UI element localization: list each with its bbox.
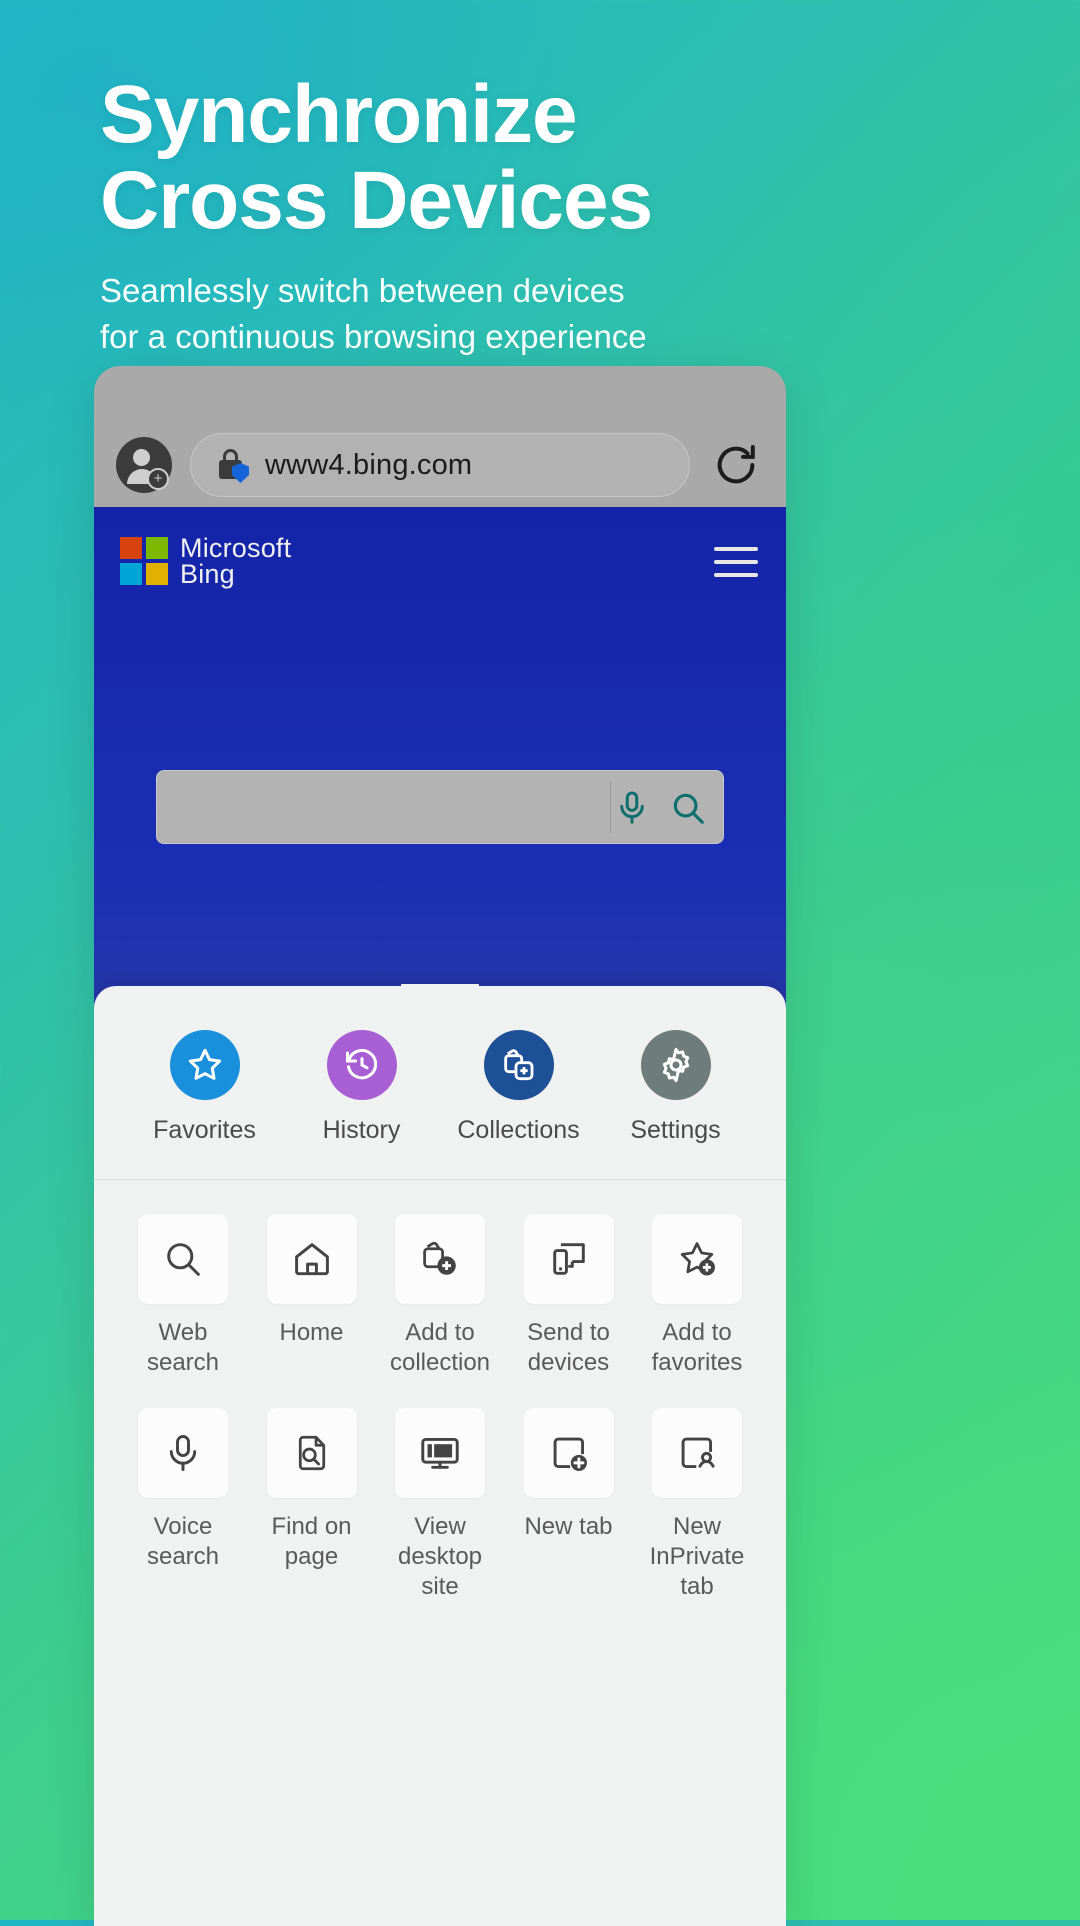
phone-mockup: + www4.bing.com Microsoft Bing Favorites…: [94, 366, 786, 1926]
page-title: Synchronize Cross Devices: [100, 72, 980, 244]
lock-shield-icon: [217, 448, 249, 483]
send-to-devices-icon: [523, 1214, 614, 1304]
hamburger-menu-icon[interactable]: [714, 547, 758, 586]
star-icon: [169, 1030, 240, 1100]
history-clock-icon: [326, 1030, 397, 1100]
star-add-icon: [652, 1214, 742, 1304]
collections-add-icon: [483, 1030, 554, 1100]
menu-item-new-tab[interactable]: New tab: [514, 1408, 624, 1602]
search-input[interactable]: [156, 770, 724, 844]
page-subtitle: Seamlessly switch between devices for a …: [100, 268, 980, 360]
sheet-drag-handle[interactable]: [401, 984, 479, 1000]
menu-item-find-on-page[interactable]: Find on page: [257, 1408, 367, 1602]
bing-brand-line-1: Microsoft: [180, 533, 292, 563]
menu-item-label: Voice search: [146, 1513, 220, 1570]
menu-item-web-search[interactable]: Web search: [128, 1214, 238, 1378]
quick-action-favorites[interactable]: Favorites: [130, 1030, 280, 1145]
page-subtitle-line-2: for a continuous browsing experience: [100, 318, 647, 355]
reload-icon[interactable]: [708, 437, 764, 493]
menu-grid: Web search Home Add to collection Send t…: [94, 1180, 786, 1602]
search-icon[interactable]: [669, 789, 707, 827]
inprivate-tab-icon: [652, 1408, 742, 1498]
page-subtitle-line-1: Seamlessly switch between devices: [100, 272, 625, 309]
quick-action-settings[interactable]: Settings: [601, 1030, 751, 1145]
menu-item-label: View desktop site: [397, 1513, 483, 1600]
find-on-page-icon: [266, 1408, 357, 1498]
bing-wordmark: Microsoft Bing: [180, 533, 292, 589]
menu-item-label: New InPrivate tab: [649, 1513, 745, 1600]
quick-action-history[interactable]: History: [287, 1030, 437, 1145]
home-icon: [266, 1214, 357, 1304]
menu-item-label: Add to collection: [389, 1319, 491, 1376]
browser-menu-sheet: Favorites History Collections Settings W…: [94, 984, 786, 1926]
collections-add-icon: [395, 1214, 485, 1304]
hero-text-block: Synchronize Cross Devices Seamlessly swi…: [100, 72, 980, 360]
add-person-icon[interactable]: +: [116, 437, 172, 493]
page-title-line-2: Cross Devices: [100, 155, 653, 246]
menu-item-add-to-favorites[interactable]: Add to favorites: [642, 1214, 752, 1378]
menu-item-new-inprivate-tab[interactable]: New InPrivate tab: [642, 1408, 752, 1602]
address-bar[interactable]: www4.bing.com: [190, 433, 690, 497]
quick-action-label: History: [322, 1116, 401, 1144]
quick-actions-row: Favorites History Collections Settings: [94, 986, 786, 1145]
search-divider: [610, 781, 611, 833]
microsoft-squares-icon: [120, 537, 168, 585]
menu-item-label: Web search: [146, 1319, 220, 1376]
quick-action-label: Favorites: [153, 1116, 256, 1144]
quick-action-collections[interactable]: Collections: [444, 1030, 594, 1145]
menu-item-label: Find on page: [271, 1513, 352, 1570]
menu-item-home[interactable]: Home: [257, 1214, 367, 1378]
new-tab-icon: [523, 1408, 614, 1498]
menu-item-label: New tab: [524, 1513, 613, 1540]
microphone-icon: [138, 1408, 228, 1498]
menu-item-voice-search[interactable]: Voice search: [128, 1408, 238, 1602]
bing-logo[interactable]: Microsoft Bing: [120, 533, 292, 589]
menu-item-label: Send to devices: [527, 1319, 610, 1376]
search-icon: [138, 1214, 228, 1304]
menu-item-label: Home: [279, 1319, 344, 1346]
menu-item-add-to-collection[interactable]: Add to collection: [385, 1214, 495, 1378]
desktop-monitor-icon: [395, 1408, 485, 1498]
quick-action-label: Collections: [457, 1116, 580, 1144]
bing-brand-line-2: Bing: [180, 559, 235, 589]
browser-toolbar: + www4.bing.com: [94, 366, 786, 507]
avatar-head: [133, 449, 150, 466]
gear-icon: [640, 1030, 711, 1100]
microphone-icon[interactable]: [613, 789, 651, 827]
avatar-plus-badge: +: [147, 468, 169, 490]
quick-action-label: Settings: [630, 1116, 721, 1144]
menu-item-send-to-devices[interactable]: Send to devices: [514, 1214, 624, 1378]
menu-grid-row: Web search Home Add to collection Send t…: [128, 1214, 752, 1378]
menu-grid-row: Voice search Find on page View desktop s…: [128, 1408, 752, 1602]
menu-item-view-desktop-site[interactable]: View desktop site: [385, 1408, 495, 1602]
url-text: www4.bing.com: [265, 448, 473, 481]
page-title-line-1: Synchronize: [100, 69, 578, 160]
menu-item-label: Add to favorites: [651, 1319, 743, 1376]
